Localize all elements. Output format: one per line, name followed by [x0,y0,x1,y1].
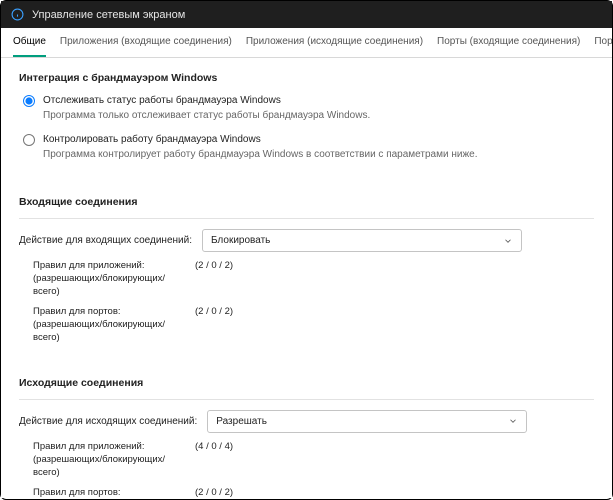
radio-control-label: Контролировать работу брандмауэра Window… [43,133,478,148]
incoming-apps-value: (2 / 0 / 2) [195,260,233,298]
radio-monitor-label: Отслеживать статус работы брандмауэра Wi… [43,94,370,109]
radio-control[interactable]: Контролировать работу брандмауэра Window… [19,133,594,162]
divider [19,399,594,400]
tab-bar: Общие Приложения (входящие соединения) П… [1,28,612,58]
tab-ports-incoming[interactable]: Порты (входящие соединения) [437,28,580,57]
content-area: Общие Приложения (входящие соединения) П… [1,28,612,498]
section-outgoing: Исходящие соединения Действие для исходя… [1,363,612,498]
outgoing-action-select[interactable]: Разрешать [207,410,527,433]
incoming-action-label: Действие для входящих соединений: [19,235,192,246]
info-icon [11,8,24,21]
outgoing-action-value: Разрешать [216,416,267,427]
window-titlebar: Управление сетевым экраном [1,1,612,28]
incoming-ports-value: (2 / 0 / 2) [195,306,233,344]
radio-control-input[interactable] [23,134,35,146]
section-incoming: Входящие соединения Действие для входящи… [1,182,612,363]
heading-outgoing: Исходящие соединения [19,377,594,389]
incoming-action-select[interactable]: Блокировать [202,229,522,252]
outgoing-ports-value: (2 / 0 / 2) [195,487,233,498]
chevron-down-icon [508,416,518,426]
radio-monitor[interactable]: Отслеживать статус работы брандмауэра Wi… [19,94,594,123]
section-integration: Интеграция с брандмауэром Windows Отслеж… [1,58,612,182]
chevron-down-icon [503,236,513,246]
incoming-action-value: Блокировать [211,235,270,246]
heading-incoming: Входящие соединения [19,196,594,208]
window-title: Управление сетевым экраном [32,9,185,21]
incoming-ports-label: Правил для портов: (разрешающих/блокирую… [33,306,185,344]
outgoing-action-label: Действие для исходящих соединений: [19,416,197,427]
outgoing-ports-label: Правил для портов: (разрешающих/блокирую… [33,487,185,498]
tab-apps-outgoing[interactable]: Приложения (исходящие соединения) [246,28,423,57]
divider [19,218,594,219]
tab-ports-outgoing[interactable]: Порты (исходящие соединения) [594,28,612,57]
heading-integration: Интеграция с брандмауэром Windows [19,72,594,84]
tab-general[interactable]: Общие [13,28,46,57]
radio-control-sub: Программа контролирует работу брандмауэр… [43,148,478,163]
tab-apps-incoming[interactable]: Приложения (входящие соединения) [60,28,232,57]
incoming-apps-label: Правил для приложений: (разрешающих/блок… [33,260,185,298]
outgoing-apps-value: (4 / 0 / 4) [195,441,233,479]
radio-monitor-input[interactable] [23,95,35,107]
outgoing-apps-label: Правил для приложений: (разрешающих/блок… [33,441,185,479]
radio-monitor-sub: Программа только отслеживает статус рабо… [43,109,370,124]
